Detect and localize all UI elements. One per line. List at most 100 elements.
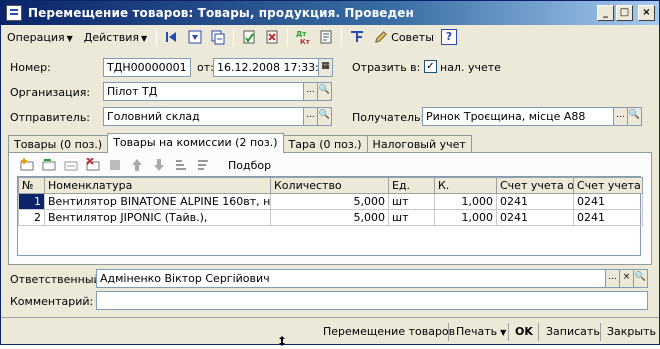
add-row-icon[interactable] xyxy=(17,157,37,173)
clear-icon[interactable]: × xyxy=(619,269,634,288)
menu-actions[interactable]: Действия ▼ xyxy=(80,29,151,46)
row-coefficient[interactable]: 1,000 xyxy=(434,193,497,210)
row-unit[interactable]: шт xyxy=(388,209,435,226)
move-up-icon[interactable] xyxy=(127,157,147,173)
close-form-button[interactable]: Закрыть xyxy=(607,323,656,341)
column-header-number[interactable]: № xyxy=(18,177,45,194)
maximize-button[interactable]: □ xyxy=(616,5,633,21)
toolbar-separator xyxy=(287,28,289,46)
title-bar: Перемещение товаров: Товары, продукция. … xyxy=(1,1,659,25)
calendar-icon[interactable]: ▦ xyxy=(318,58,333,77)
navigate-back-icon[interactable] xyxy=(162,28,182,46)
advice-icon xyxy=(375,31,388,43)
post-document-icon[interactable] xyxy=(239,28,259,46)
organization-field[interactable]: Пілот ТД xyxy=(103,82,304,101)
structure-icon[interactable] xyxy=(347,28,367,46)
row-quantity[interactable]: 5,000 xyxy=(270,193,389,210)
select-ellipsis-icon[interactable]: ... xyxy=(303,107,318,126)
column-header-unit[interactable]: Ед. xyxy=(388,177,435,194)
row-account-to[interactable]: 0241 xyxy=(573,193,643,210)
print-button[interactable]: Печать ▼ xyxy=(456,323,506,341)
window-title: Перемещение товаров: Товары, продукция. … xyxy=(28,6,414,20)
comment-field[interactable] xyxy=(96,291,648,310)
row-number[interactable]: 2 xyxy=(18,209,45,226)
open-search-icon[interactable]: 🔍 xyxy=(627,107,642,126)
minimize-button[interactable]: _ xyxy=(597,5,614,21)
toolbar-separator xyxy=(156,28,158,46)
select-ellipsis-icon[interactable]: ... xyxy=(605,269,620,288)
selection-button[interactable]: Подбор xyxy=(228,159,271,172)
row-account-from[interactable]: 0241 xyxy=(496,193,574,210)
copy-document-icon[interactable] xyxy=(208,28,228,46)
toolbar-separator xyxy=(233,28,235,46)
separator xyxy=(538,323,539,341)
table-row[interactable]: 2 Вентилятор JIPONIC (Тайв.), 5,000 шт 1… xyxy=(18,209,643,226)
tax-accounting-label: нал. учете xyxy=(440,61,501,74)
move-down-icon[interactable] xyxy=(149,157,169,173)
document-icon xyxy=(6,5,22,21)
row-account-to[interactable]: 0241 xyxy=(573,209,643,226)
reflect-in-label: Отразить в: xyxy=(352,61,421,74)
svg-text:Дт: Дт xyxy=(296,30,307,38)
save-button[interactable]: Записать xyxy=(546,323,600,341)
number-field[interactable]: ТДН00000001 xyxy=(103,58,191,77)
column-header-coefficient[interactable]: К. xyxy=(434,177,497,194)
tab-tax-accounting[interactable]: Налоговый учет xyxy=(366,135,472,153)
sort-ascending-icon[interactable] xyxy=(171,157,191,173)
column-header-quantity[interactable]: Количество xyxy=(270,177,389,194)
report-icon[interactable] xyxy=(316,28,336,46)
sort-descending-icon[interactable] xyxy=(193,157,213,173)
document-view-icon[interactable] xyxy=(185,28,205,46)
debit-credit-icon[interactable]: Дт Кт xyxy=(293,28,313,46)
row-quantity[interactable]: 5,000 xyxy=(270,209,389,226)
separator xyxy=(600,323,601,341)
command-bar: Операция ▼ Действия ▼ Дт Кт Советы ? xyxy=(3,26,657,48)
menu-operation[interactable]: Операция ▼ xyxy=(3,29,77,46)
tab-goods[interactable]: Товары (0 поз.) xyxy=(8,135,109,153)
row-item[interactable]: Вентилятор JIPONIC (Тайв.), xyxy=(44,209,271,226)
advice-button[interactable]: Советы xyxy=(370,28,438,46)
tab-strip: Товары (0 поз.) Товары на комиссии (2 по… xyxy=(8,133,472,153)
dropdown-arrow-icon: ▼ xyxy=(500,328,507,337)
row-item[interactable]: Вентилятор BINATONE ALPINE 160вт, на... xyxy=(44,193,271,210)
tab-goods-on-commission[interactable]: Товары на комиссии (2 поз.) xyxy=(107,133,284,153)
dropdown-arrow-icon: ▼ xyxy=(66,33,73,43)
edit-row-icon[interactable] xyxy=(61,157,81,173)
unpost-document-icon[interactable] xyxy=(262,28,282,46)
sender-field[interactable]: Головний склад xyxy=(103,107,304,126)
open-search-icon[interactable]: 🔍 xyxy=(317,82,332,101)
open-search-icon[interactable]: 🔍 xyxy=(633,269,648,288)
window-controls: _ □ × xyxy=(597,5,655,21)
end-edit-icon[interactable] xyxy=(105,157,125,173)
help-icon[interactable]: ? xyxy=(440,29,457,45)
date-from-label: от: xyxy=(197,61,214,74)
column-header-account-to[interactable]: Счет учета по... xyxy=(573,177,643,194)
row-number[interactable]: 1 xyxy=(18,193,45,210)
tax-accounting-checkbox[interactable]: ✓ xyxy=(424,60,437,73)
sender-label: Отправитель: xyxy=(10,111,91,124)
ok-button[interactable]: OK xyxy=(515,323,533,341)
tab-packaging[interactable]: Тара (0 поз.) xyxy=(282,135,368,153)
date-field[interactable]: 16.12.2008 17:33:10 xyxy=(213,58,319,77)
open-search-icon[interactable]: 🔍 xyxy=(317,107,332,126)
receiver-field[interactable]: Ринок Троєщина, місце А88 xyxy=(422,107,614,126)
copy-row-icon[interactable] xyxy=(39,157,59,173)
separator xyxy=(448,323,449,341)
row-coefficient[interactable]: 1,000 xyxy=(434,209,497,226)
delete-row-icon[interactable] xyxy=(83,157,103,173)
row-account-from[interactable]: 0241 xyxy=(496,209,574,226)
toolbar-separator xyxy=(217,156,218,174)
table-row[interactable]: 1 Вентилятор BINATONE ALPINE 160вт, на..… xyxy=(18,193,643,210)
document-window: Перемещение товаров: Товары, продукция. … xyxy=(0,0,660,346)
close-button[interactable]: × xyxy=(638,5,655,21)
column-header-item[interactable]: Номенклатура xyxy=(44,177,271,194)
comment-label: Комментарий: xyxy=(10,295,94,308)
document-movement-button[interactable]: Перемещение товаров xyxy=(323,323,455,341)
select-ellipsis-icon[interactable]: ... xyxy=(613,107,628,126)
separator xyxy=(508,323,509,341)
responsible-field[interactable]: Адміненко Віктор Сергійович xyxy=(96,269,606,288)
goods-table: № Номенклатура Количество Ед. К. Счет уч… xyxy=(17,176,643,256)
select-ellipsis-icon[interactable]: ... xyxy=(303,82,318,101)
column-header-account-from[interactable]: Счет учета от... xyxy=(496,177,574,194)
row-unit[interactable]: шт xyxy=(388,193,435,210)
